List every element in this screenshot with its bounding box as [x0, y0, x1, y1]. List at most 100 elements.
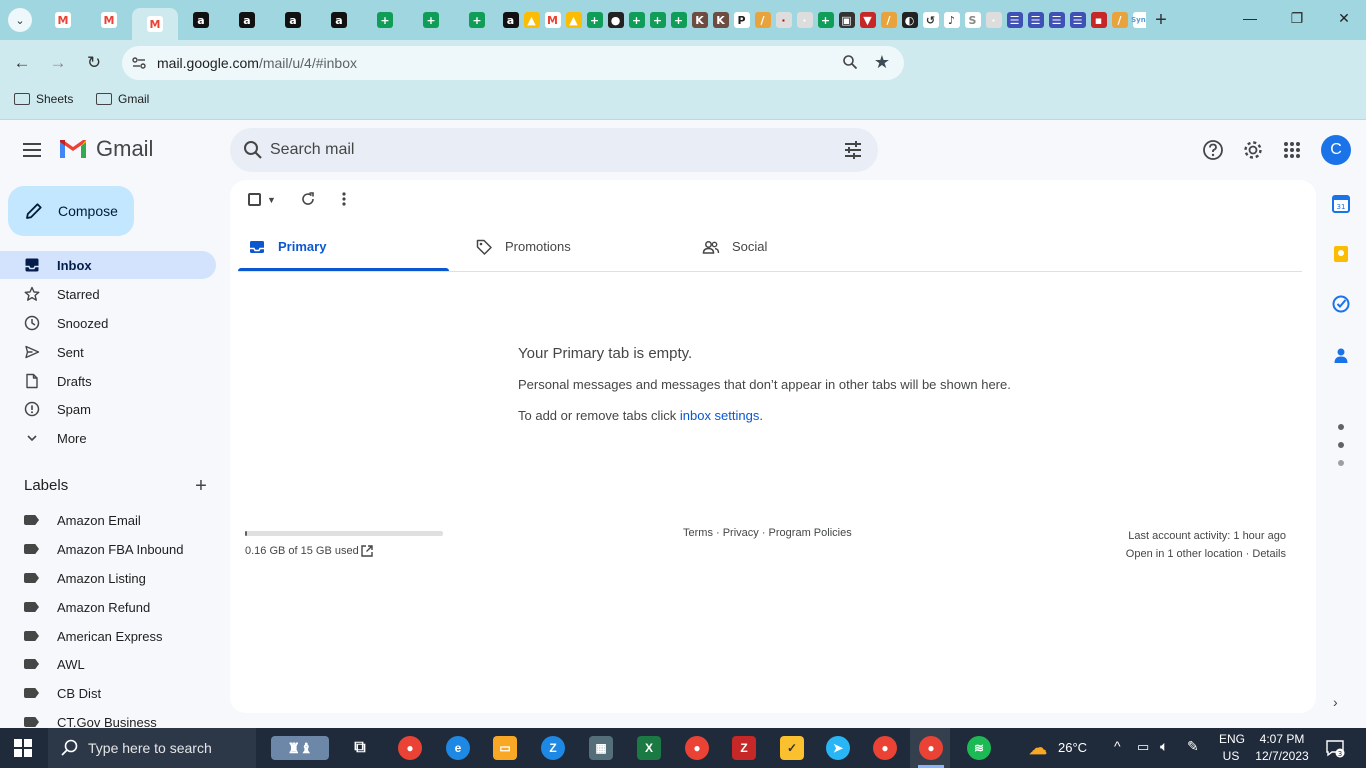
tab-social[interactable]: Social — [692, 232, 903, 272]
calculator-icon[interactable]: ▦ — [589, 736, 613, 760]
battery-icon[interactable]: ▭ — [1137, 739, 1149, 768]
search-options-icon[interactable] — [842, 139, 864, 161]
browser-tab[interactable]: Sync — [1130, 4, 1146, 36]
help-icon[interactable] — [1201, 138, 1225, 162]
chrome-icon[interactable]: ● — [873, 736, 897, 760]
browser-tab[interactable]: S — [962, 4, 983, 36]
compose-button[interactable]: Compose — [8, 186, 134, 236]
refresh-icon[interactable] — [300, 191, 316, 207]
bookmark-folder-gmail[interactable]: Gmail — [96, 92, 149, 106]
label-item[interactable]: CT.Gov Business — [0, 708, 216, 728]
windows-start-icon[interactable] — [14, 739, 32, 757]
address-bar[interactable]: mail.google.com/mail/u/4/#inbox ★ — [122, 46, 904, 80]
browser-tab[interactable]: ▲ — [521, 4, 542, 36]
browser-tab[interactable]: a — [270, 4, 316, 36]
weather-temperature[interactable]: 26°C — [1058, 740, 1087, 768]
gmail-logo[interactable]: Gmail — [58, 136, 153, 162]
zoom-icon[interactable] — [842, 54, 858, 74]
task-view-icon[interactable]: ⧉ — [348, 736, 372, 760]
browser-tab[interactable]: ☰ — [1067, 4, 1088, 36]
label-item[interactable]: Amazon Refund — [0, 593, 216, 621]
input-language[interactable]: ENG US — [1219, 731, 1245, 765]
nav-item-more[interactable]: More — [0, 424, 216, 452]
google-keep-icon[interactable] — [1332, 245, 1350, 263]
tab-primary[interactable]: Primary — [238, 232, 449, 272]
browser-tab[interactable]: ♪ — [941, 4, 962, 36]
browser-tab[interactable]: + — [454, 4, 500, 36]
search-highlight-icon[interactable]: ♜♝ — [271, 736, 329, 760]
volume-icon[interactable]: 🔈︎ — [1160, 738, 1168, 768]
browser-tab[interactable]: a — [500, 4, 521, 36]
browser-tab[interactable]: ● — [605, 4, 626, 36]
browser-tab[interactable]: a — [316, 4, 362, 36]
telegram-icon[interactable]: ➤ — [826, 736, 850, 760]
nav-item-sent[interactable]: Sent — [0, 338, 216, 366]
taskbar-search[interactable]: Type here to search — [48, 728, 256, 768]
browser-tab[interactable]: + — [626, 4, 647, 36]
more-options-icon[interactable] — [336, 191, 352, 207]
sticky-notes-icon[interactable]: ✓ — [780, 736, 804, 760]
browser-tab[interactable]: + — [647, 4, 668, 36]
browser-tab[interactable]: a — [178, 4, 224, 36]
weather-icon[interactable]: ☁ — [1026, 736, 1050, 760]
select-all-checkbox[interactable] — [248, 193, 261, 206]
chrome-icon[interactable]: ● — [919, 736, 943, 760]
google-contacts-icon[interactable] — [1332, 346, 1350, 364]
select-dropdown-icon[interactable]: ▼ — [267, 195, 276, 205]
nav-item-starred[interactable]: Starred — [0, 280, 216, 308]
bookmark-star-icon[interactable]: ★ — [874, 52, 890, 73]
nav-item-spam[interactable]: Spam — [0, 395, 216, 423]
spotify-icon[interactable]: ≋ — [967, 736, 991, 760]
browser-tab[interactable]: ☰ — [1046, 4, 1067, 36]
new-tab-button[interactable]: + — [1149, 8, 1173, 32]
google-calendar-icon[interactable]: 31 — [1332, 195, 1350, 213]
label-item[interactable]: CB Dist — [0, 679, 216, 707]
nav-item-drafts[interactable]: Drafts — [0, 367, 216, 395]
browser-tab[interactable]: a — [224, 4, 270, 36]
file-explorer-icon[interactable]: ▭ — [493, 736, 517, 760]
pen-icon[interactable]: ✎ — [1187, 738, 1199, 768]
search-input[interactable]: Search mail — [270, 141, 354, 159]
excel-icon[interactable]: X — [637, 736, 661, 760]
browser-tab[interactable]: ▪ — [1088, 4, 1109, 36]
forward-button[interactable]: → — [46, 51, 70, 75]
site-info-icon[interactable] — [130, 54, 148, 72]
browser-tab[interactable]: ◐ — [899, 4, 920, 36]
browser-tab[interactable]: · — [773, 4, 794, 36]
show-side-panel-chevron-icon[interactable]: › — [1333, 694, 1338, 710]
zoom-app-icon[interactable]: Z — [541, 736, 565, 760]
restore-icon[interactable]: ❐ — [1287, 10, 1307, 27]
browser-tab[interactable]: + — [362, 4, 408, 36]
inbox-settings-link[interactable]: inbox settings — [680, 408, 760, 423]
main-menu-icon[interactable] — [22, 140, 42, 160]
browser-tab[interactable]: K — [689, 4, 710, 36]
browser-tab[interactable]: / — [878, 4, 899, 36]
browser-tab[interactable]: · — [983, 4, 1004, 36]
google-apps-icon[interactable] — [1280, 138, 1304, 162]
other-location-details[interactable]: Open in 1 other location · Details — [1126, 545, 1286, 563]
label-item[interactable]: AWL — [0, 650, 216, 678]
browser-tab[interactable]: M — [86, 4, 132, 36]
open-in-new-icon[interactable] — [360, 544, 374, 558]
browser-tab-active[interactable]: M — [132, 8, 178, 40]
browser-tab[interactable]: / — [1109, 4, 1130, 36]
browser-tab[interactable]: ▣ — [836, 4, 857, 36]
browser-tab[interactable]: K — [710, 4, 731, 36]
label-item[interactable]: Amazon FBA Inbound — [0, 535, 216, 563]
browser-tab[interactable]: ☰ — [1025, 4, 1046, 36]
close-window-icon[interactable]: ✕ — [1334, 10, 1354, 27]
label-item[interactable]: American Express — [0, 622, 216, 650]
chrome-icon[interactable]: ● — [398, 736, 422, 760]
notification-center-icon[interactable]: 3 — [1325, 738, 1345, 758]
browser-tab[interactable]: ☰ — [1004, 4, 1025, 36]
browser-tab[interactable]: M — [542, 4, 563, 36]
chrome-icon[interactable]: ● — [685, 736, 709, 760]
browser-tab[interactable]: + — [408, 4, 454, 36]
browser-tab[interactable]: P — [731, 4, 752, 36]
tab-promotions[interactable]: Promotions — [465, 232, 676, 272]
nav-item-snoozed[interactable]: Snoozed — [0, 309, 216, 337]
nav-item-inbox[interactable]: Inbox — [0, 251, 216, 279]
browser-tab[interactable]: + — [584, 4, 605, 36]
browser-tab[interactable]: / — [752, 4, 773, 36]
filezilla-icon[interactable]: Z — [732, 736, 756, 760]
